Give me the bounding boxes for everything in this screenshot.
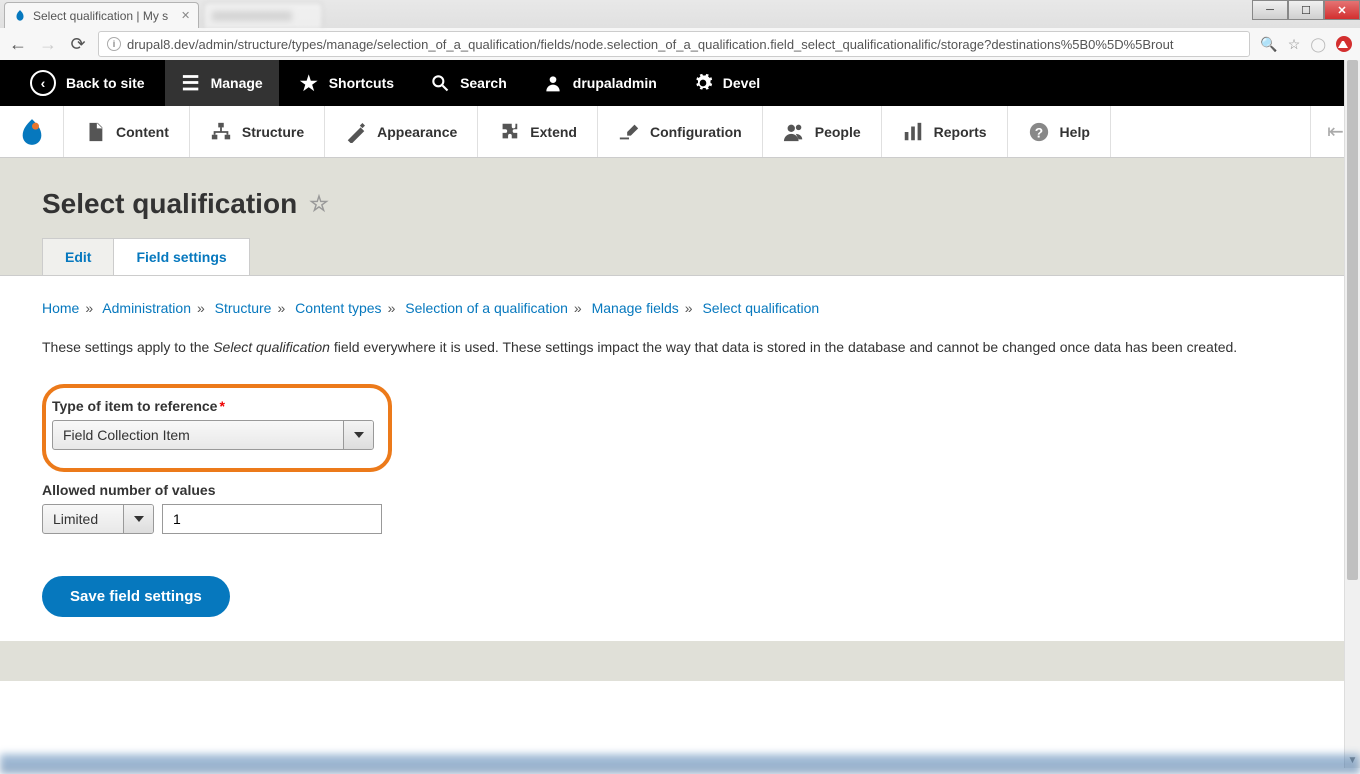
breadcrumb-structure[interactable]: Structure (215, 300, 272, 316)
menu-content-label: Content (116, 124, 169, 140)
shortcut-star-icon[interactable]: ☆ (309, 191, 329, 217)
highlighted-field-annotation: Type of item to reference* Field Collect… (42, 384, 392, 472)
user-button[interactable]: drupaladmin (527, 60, 673, 106)
cardinality-value: Limited (43, 505, 123, 533)
type-of-item-value: Field Collection Item (53, 421, 343, 449)
browser-tab-title: Select qualification | My s (33, 9, 168, 23)
window-close-button[interactable]: ✕ (1324, 0, 1360, 20)
tab-field-settings[interactable]: Field settings (113, 238, 249, 275)
page-title: Select qualification ☆ (42, 188, 329, 220)
site-info-icon[interactable]: i (107, 37, 121, 51)
browser-tab-active[interactable]: Select qualification | My s ✕ (4, 2, 199, 28)
menu-extend[interactable]: Extend (478, 106, 598, 157)
manage-button[interactable]: ☰ Manage (165, 60, 279, 106)
breadcrumb-manage-fields[interactable]: Manage fields (592, 300, 679, 316)
devel-label: Devel (723, 75, 760, 91)
page-title-text: Select qualification (42, 188, 297, 220)
shortcuts-label: Shortcuts (329, 75, 394, 91)
menu-help[interactable]: ? Help (1008, 106, 1111, 157)
gear-icon (693, 73, 713, 93)
menu-people[interactable]: People (763, 106, 882, 157)
search-label: Search (460, 75, 507, 91)
tab-edit[interactable]: Edit (42, 238, 114, 275)
browser-reload-button[interactable]: ⟳ (68, 34, 88, 55)
menu-reports-label: Reports (934, 124, 987, 140)
back-to-site-button[interactable]: ‹ Back to site (14, 60, 161, 106)
type-of-item-label: Type of item to reference* (52, 398, 374, 414)
browser-forward-button[interactable]: → (38, 34, 58, 55)
devel-button[interactable]: Devel (677, 60, 776, 106)
window-controls: ─ ☐ ✕ (1252, 0, 1360, 20)
menu-content[interactable]: Content (64, 106, 190, 157)
drupal-logo[interactable] (0, 106, 64, 157)
admin-toolbar: ‹ Back to site ☰ Manage ★ Shortcuts Sear… (0, 60, 1360, 106)
menu-structure-label: Structure (242, 124, 304, 140)
vertical-scrollbar[interactable]: ▲ ▼ (1344, 60, 1360, 768)
type-label-text: Type of item to reference (52, 398, 217, 414)
menu-people-label: People (815, 124, 861, 140)
window-maximize-button[interactable]: ☐ (1288, 0, 1324, 20)
star-icon: ★ (299, 73, 319, 93)
chevron-down-icon (343, 421, 373, 449)
window-minimize-button[interactable]: ─ (1252, 0, 1288, 20)
os-taskbar (0, 754, 1360, 774)
breadcrumb-current[interactable]: Select qualification (702, 300, 819, 316)
admin-secondary-menu: Content Structure Appearance Extend Conf… (0, 106, 1360, 158)
url-text: drupal8.dev/admin/structure/types/manage… (127, 37, 1173, 52)
browser-back-button[interactable]: ← (8, 34, 28, 55)
extension-icon[interactable]: ◯ (1310, 36, 1326, 53)
content-region: Home» Administration» Structure» Content… (0, 275, 1360, 641)
menu-appearance-label: Appearance (377, 124, 457, 140)
menu-extend-label: Extend (530, 124, 577, 140)
breadcrumb-administration[interactable]: Administration (102, 300, 191, 316)
browser-tab-inactive[interactable] (203, 2, 323, 28)
zoom-icon[interactable]: 🔍 (1260, 36, 1277, 53)
svg-text:?: ? (1034, 125, 1042, 140)
user-label: drupaladmin (573, 75, 657, 91)
back-to-site-label: Back to site (66, 75, 145, 91)
chevron-down-icon (123, 505, 153, 533)
adblock-icon[interactable] (1336, 36, 1352, 52)
page-body: Select qualification ☆ Edit Field settin… (0, 158, 1360, 681)
menu-help-label: Help (1060, 124, 1090, 140)
breadcrumb: Home» Administration» Structure» Content… (42, 300, 1318, 316)
chevron-left-icon: ‹ (30, 70, 56, 96)
type-of-item-select[interactable]: Field Collection Item (52, 420, 374, 450)
menu-reports[interactable]: Reports (882, 106, 1008, 157)
desc-pre: These settings apply to the (42, 339, 213, 355)
required-marker-icon: * (219, 398, 224, 414)
drupal-favicon-icon (13, 9, 27, 23)
breadcrumb-home[interactable]: Home (42, 300, 79, 316)
allowed-values-label: Allowed number of values (42, 482, 1318, 498)
user-icon (543, 73, 563, 93)
menu-structure[interactable]: Structure (190, 106, 325, 157)
manage-label: Manage (211, 75, 263, 91)
save-field-settings-button[interactable]: Save field settings (42, 576, 230, 617)
address-bar[interactable]: i drupal8.dev/admin/structure/types/mana… (98, 31, 1250, 57)
search-icon (430, 73, 450, 93)
local-tabs: Edit Field settings (0, 238, 1360, 275)
desc-em: Select qualification (213, 339, 330, 355)
menu-appearance[interactable]: Appearance (325, 106, 478, 157)
tab-close-icon[interactable]: ✕ (181, 9, 190, 22)
cardinality-select[interactable]: Limited (42, 504, 154, 534)
search-button[interactable]: Search (414, 60, 523, 106)
desc-post: field everywhere it is used. These setti… (330, 339, 1237, 355)
browser-chrome: ─ ☐ ✕ Select qualification | My s ✕ ← → … (0, 0, 1360, 60)
shortcuts-button[interactable]: ★ Shortcuts (283, 60, 410, 106)
breadcrumb-content-types[interactable]: Content types (295, 300, 381, 316)
hamburger-icon: ☰ (181, 73, 201, 93)
scrollbar-thumb[interactable] (1347, 60, 1358, 580)
field-description: These settings apply to the Select quali… (42, 336, 1318, 358)
menu-configuration[interactable]: Configuration (598, 106, 763, 157)
breadcrumb-selection[interactable]: Selection of a qualification (405, 300, 568, 316)
bookmark-star-icon[interactable]: ☆ (1288, 36, 1301, 53)
menu-configuration-label: Configuration (650, 124, 742, 140)
cardinality-number-input[interactable] (162, 504, 382, 534)
